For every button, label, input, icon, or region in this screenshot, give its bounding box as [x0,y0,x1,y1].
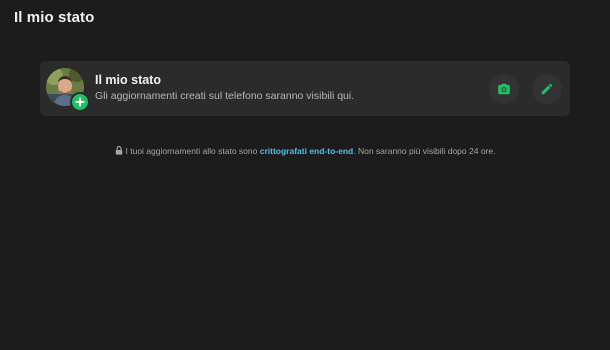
encryption-note-suffix: . Non saranno più visibili dopo 24 ore. [353,146,496,156]
status-card-text: Il mio stato Gli aggiornamenti creati su… [95,73,455,103]
my-status-card[interactable]: Il mio stato Gli aggiornamenti creati su… [40,61,570,116]
end-to-end-encryption-link[interactable]: crittografati end-to-end [260,146,354,156]
edit-text-status-button[interactable] [532,74,562,104]
status-card-title: Il mio stato [95,73,161,87]
encryption-note: I tuoi aggiornamenti allo stato sono cri… [0,146,610,157]
camera-button[interactable] [489,74,519,104]
page-title: Il mio stato [14,9,95,26]
camera-icon [498,83,510,95]
pencil-icon [541,83,553,95]
status-card-subtitle: Gli aggiornamenti creati sul telefono sa… [95,90,355,102]
lock-icon [115,146,123,157]
encryption-note-prefix: I tuoi aggiornamenti allo stato sono [125,146,258,156]
status-page: Il mio stato Il mio stato Gli aggiorname [0,0,610,350]
add-status-badge[interactable] [70,92,90,112]
plus-icon [75,97,85,107]
